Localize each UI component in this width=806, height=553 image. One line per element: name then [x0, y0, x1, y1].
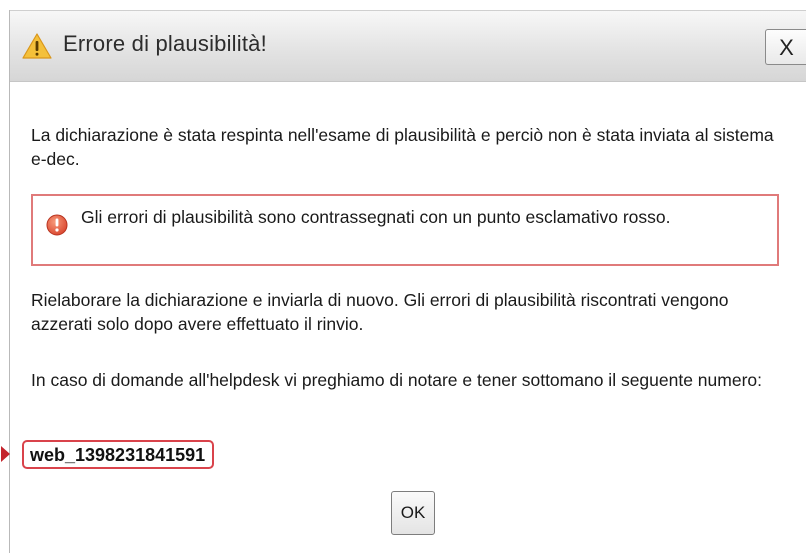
helpdesk-instructions: In caso di domande all'helpdesk vi pregh…	[31, 370, 763, 390]
dialog-content: La dichiarazione è stata respinta nell'e…	[1, 81, 806, 553]
dialog-title: Errore di plausibilità!	[63, 31, 267, 56]
error-notice-text: Gli errori di plausibilità sono contrass…	[81, 207, 671, 227]
error-exclamation-icon	[46, 214, 68, 236]
warning-triangle-icon	[22, 33, 52, 59]
close-button[interactable]: X	[765, 29, 806, 65]
ok-button[interactable]: OK	[391, 491, 435, 535]
rework-instructions: Rielaborare la dichiarazione e inviarla …	[31, 290, 729, 334]
error-notice-box: Gli errori di plausibilità sono contrass…	[31, 194, 779, 266]
rejection-message: La dichiarazione è stata respinta nell'e…	[31, 125, 774, 169]
dialog-titlebar: Errore di plausibilità! X	[10, 10, 806, 82]
reference-number: web_1398231841591	[22, 440, 215, 469]
error-dialog: Errore di plausibilità! X La dichiarazio…	[1, 10, 806, 553]
highlight-arrow-marker	[1, 446, 10, 462]
